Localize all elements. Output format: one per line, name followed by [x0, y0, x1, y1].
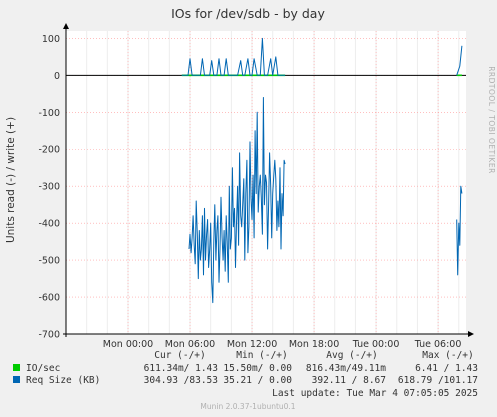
x-tick-label: Tue 00:00: [352, 339, 400, 350]
y-tick-label: 0: [54, 71, 60, 82]
last-update: Last update: Tue Mar 4 07:05:05 2025: [272, 388, 478, 399]
y-tick-label: -500: [38, 256, 60, 267]
y-axis-arrow: [63, 23, 69, 29]
legend-avg-reqsize: 392.11 / 8.67: [312, 375, 386, 386]
rrdtool-credit: RRDTOOL / TOBI OETIKER: [487, 66, 496, 174]
chart-title: IOs for /dev/sdb - by day: [171, 6, 325, 21]
io-chart: IOs for /dev/sdb - by day RRDTOOL / TOBI…: [5, 6, 496, 411]
y-tick-label: -600: [38, 293, 60, 304]
y-tick-label: -700: [38, 330, 60, 341]
x-tick-label: Mon 18:00: [289, 339, 339, 350]
legend-name-io: IO/sec: [26, 363, 60, 374]
y-tick-label: -100: [38, 108, 60, 119]
legend-swatch-reqsize: [13, 376, 20, 383]
x-tick-label: Mon 00:00: [103, 339, 153, 350]
legend-min-io: 15.50m/ 0.00: [223, 363, 292, 374]
y-tick-label: -300: [38, 182, 60, 193]
legend: Cur (-/+) Min (-/+) Avg (-/+) Max (-/+) …: [13, 350, 478, 399]
legend-header-cur: Cur (-/+): [154, 350, 205, 361]
legend-min-reqsize: 35.21 / 0.00: [223, 375, 292, 386]
x-tick-label: Tue 06:00: [414, 339, 462, 350]
legend-header-avg: Avg (-/+): [326, 350, 377, 361]
legend-max-reqsize: 618.79 /101.17: [398, 375, 478, 386]
legend-cur-io: 611.34m/ 1.43: [144, 363, 218, 374]
legend-swatch-io: [13, 364, 20, 371]
legend-avg-io: 816.43m/49.11m: [306, 363, 386, 374]
munin-version: Munin 2.0.37-1ubuntu0.1: [200, 402, 295, 411]
legend-header-max: Max (-/+): [422, 350, 473, 361]
y-axis-label: Units read (-) / write (+): [5, 117, 17, 243]
y-tick-label: -400: [38, 219, 60, 230]
y-tick-label: 100: [42, 34, 60, 45]
legend-max-io: 6.41 / 1.43: [415, 363, 478, 374]
x-tick-label: Mon 12:00: [227, 339, 277, 350]
legend-cur-reqsize: 304.93 /83.53: [144, 375, 218, 386]
legend-name-reqsize: Req Size (KB): [26, 375, 100, 386]
legend-header-min: Min (-/+): [236, 350, 287, 361]
y-tick-label: -200: [38, 145, 60, 156]
x-axis-arrow: [468, 331, 474, 337]
x-tick-label: Mon 06:00: [165, 339, 215, 350]
